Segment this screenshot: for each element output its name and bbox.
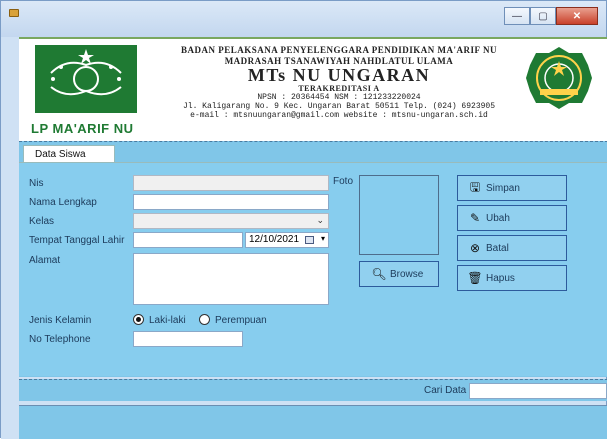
hapus-button[interactable]: 🗑︎ Hapus	[457, 265, 567, 291]
kelas-label: Kelas	[29, 216, 55, 227]
tanggal-lahir-picker[interactable]: 12/10/2021 ▾	[245, 232, 329, 248]
accreditation: TERAKREDITASI A	[298, 84, 380, 93]
ubah-label: Ubah	[486, 212, 510, 224]
kelas-select[interactable]: ⌄	[133, 213, 329, 229]
lp-maarif-label: LP MA'ARIF NU	[31, 121, 134, 136]
tab-data-siswa[interactable]: Data Siswa	[23, 145, 115, 163]
letterhead-text: BADAN PELAKSANA PENYELENGGARA PENDIDIKAN…	[159, 45, 519, 120]
tab-content: Nis Nama Lengkap Kelas ⌄ Tempat Tanggal …	[19, 162, 607, 376]
perempuan-label[interactable]: Perempuan	[215, 315, 267, 326]
npsn-nsm: NPSN : 20364454 NSM : 121233220024	[257, 93, 421, 102]
maximize-button[interactable]: ▢	[530, 7, 556, 25]
nama-label: Nama Lengkap	[29, 197, 97, 208]
date-value: 12/10/2021	[249, 234, 300, 245]
nis-label: Nis	[29, 178, 44, 189]
alamat-textarea[interactable]	[133, 253, 329, 305]
telp-label: No Telephone	[29, 334, 91, 345]
cancel-icon: ⊗	[469, 241, 481, 255]
radio-perempuan[interactable]	[199, 314, 210, 325]
data-grid-area	[19, 405, 607, 439]
school-contact: e-mail : mtsnuungaran@gmail.com website …	[190, 111, 488, 120]
photo-box	[359, 175, 439, 255]
jk-label: Jenis Kelamin	[29, 315, 92, 326]
school-seal-icon	[524, 45, 594, 111]
batal-label: Batal	[486, 242, 509, 254]
chevron-down-icon: ⌄	[316, 215, 324, 225]
left-margin	[1, 37, 19, 439]
ubah-button[interactable]: ✎ Ubah	[457, 205, 567, 231]
alamat-label: Alamat	[29, 255, 61, 266]
nis-input[interactable]	[133, 175, 329, 191]
laki-laki-label[interactable]: Laki-laki	[149, 315, 186, 326]
edit-icon: ✎	[469, 211, 481, 225]
radio-laki-laki[interactable]	[133, 314, 144, 325]
dropdown-arrow-icon: ▾	[320, 234, 325, 243]
foto-label: Foto	[333, 176, 354, 187]
minimize-button[interactable]: —	[504, 7, 530, 25]
simpan-label: Simpan	[486, 182, 520, 194]
hapus-label: Hapus	[486, 272, 515, 284]
nama-input[interactable]	[133, 194, 329, 210]
simpan-button[interactable]: 🖫 Simpan	[457, 175, 567, 201]
save-icon: 🖫	[469, 179, 481, 194]
app-icon	[9, 9, 19, 17]
window-controls: — ▢ ✕	[504, 7, 598, 25]
search-input[interactable]	[469, 383, 607, 399]
trash-icon: 🗑︎	[467, 271, 483, 285]
search-bar: Cari Data	[19, 379, 607, 401]
header-line-1: BADAN PELAKSANA PENYELENGGARA PENDIDIKAN…	[181, 45, 497, 55]
main-panel: Data Siswa Nis Nama Lengkap Kelas ⌄ Temp…	[19, 141, 607, 377]
browse-label: Browse	[390, 268, 424, 280]
school-address: Jl. Kaligarang No. 9 Kec. Ungaran Barat …	[182, 102, 496, 111]
batal-button[interactable]: ⊗ Batal	[457, 235, 567, 261]
calendar-icon	[305, 236, 314, 244]
school-name: MTs NU UNGARAN	[247, 65, 431, 85]
search-label: Cari Data	[424, 385, 467, 396]
app-window: — ▢ ✕ LP MA'ARIF NU BADAN PELAKSANA PENY…	[0, 0, 607, 439]
title-bar[interactable]: — ▢ ✕	[1, 1, 606, 37]
school-letterhead: LP MA'ARIF NU BADAN PELAKSANA PENYELENGG…	[19, 37, 607, 141]
search-icon: 🔍︎	[371, 267, 387, 281]
browse-button[interactable]: 🔍︎ Browse	[359, 261, 439, 287]
ttl-label: Tempat Tanggal Lahir	[29, 235, 125, 246]
tempat-lahir-input[interactable]	[133, 232, 243, 248]
close-button[interactable]: ✕	[556, 7, 598, 25]
telp-input[interactable]	[133, 331, 243, 347]
lp-maarif-logo	[31, 43, 141, 115]
